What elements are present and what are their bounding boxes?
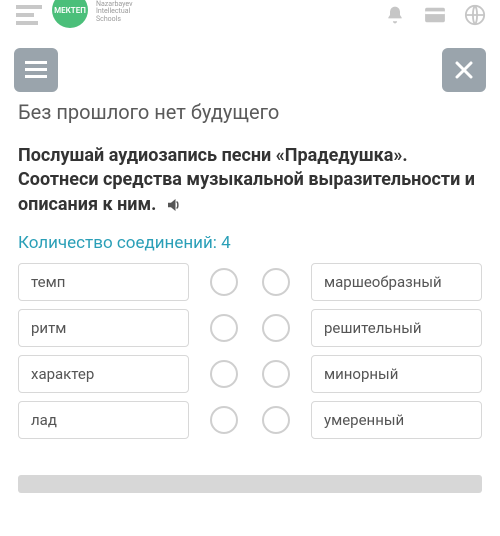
left-node[interactable] (210, 268, 238, 296)
progress-bar (18, 475, 482, 493)
right-term[interactable]: решительный (311, 309, 482, 347)
card-icon[interactable] (424, 4, 446, 26)
left-term[interactable]: характер (18, 355, 189, 393)
right-node[interactable] (262, 360, 290, 388)
task-instruction-text: Послушай аудиозапись песни «Прадедушка».… (18, 145, 475, 215)
menu-button[interactable] (14, 48, 58, 92)
hamburger-icon (25, 61, 47, 79)
brand-group: МЕКТЕП Nazarbayev Intellectual Schools (14, 2, 132, 28)
top-bar: МЕКТЕП Nazarbayev Intellectual Schools (0, 0, 500, 30)
left-term[interactable]: лад (18, 401, 189, 439)
right-term[interactable]: минорный (311, 355, 482, 393)
mektep-logo: МЕКТЕП (52, 0, 88, 28)
left-node[interactable] (210, 406, 238, 434)
left-term[interactable]: ритм (18, 309, 189, 347)
nav-row (0, 38, 500, 98)
connections-count: Количество соединений: 4 (18, 233, 482, 253)
globe-icon[interactable] (464, 4, 486, 26)
audio-icon[interactable] (165, 196, 183, 214)
app-logo-icon (14, 3, 44, 27)
bell-icon[interactable] (384, 4, 406, 26)
left-node[interactable] (210, 360, 238, 388)
task-instruction: Послушай аудиозапись песни «Прадедушка».… (18, 144, 482, 217)
match-row: темп маршеобразный (18, 263, 482, 301)
right-term[interactable]: маршеобразный (311, 263, 482, 301)
brand-text: Nazarbayev Intellectual Schools (96, 1, 132, 23)
lesson-title: Без прошлого нет будущего (18, 100, 482, 124)
match-row: лад умеренный (18, 401, 482, 439)
close-icon (455, 61, 473, 79)
top-actions (384, 4, 486, 26)
right-node[interactable] (262, 268, 290, 296)
left-term[interactable]: темп (18, 263, 189, 301)
match-row: характер минорный (18, 355, 482, 393)
match-grid: темп маршеобразный ритм решительный хара… (18, 263, 482, 439)
match-row: ритм решительный (18, 309, 482, 347)
right-term[interactable]: умеренный (311, 401, 482, 439)
close-button[interactable] (442, 48, 486, 92)
right-node[interactable] (262, 314, 290, 342)
right-node[interactable] (262, 406, 290, 434)
left-node[interactable] (210, 314, 238, 342)
content: Без прошлого нет будущего Послушай аудио… (0, 100, 500, 451)
